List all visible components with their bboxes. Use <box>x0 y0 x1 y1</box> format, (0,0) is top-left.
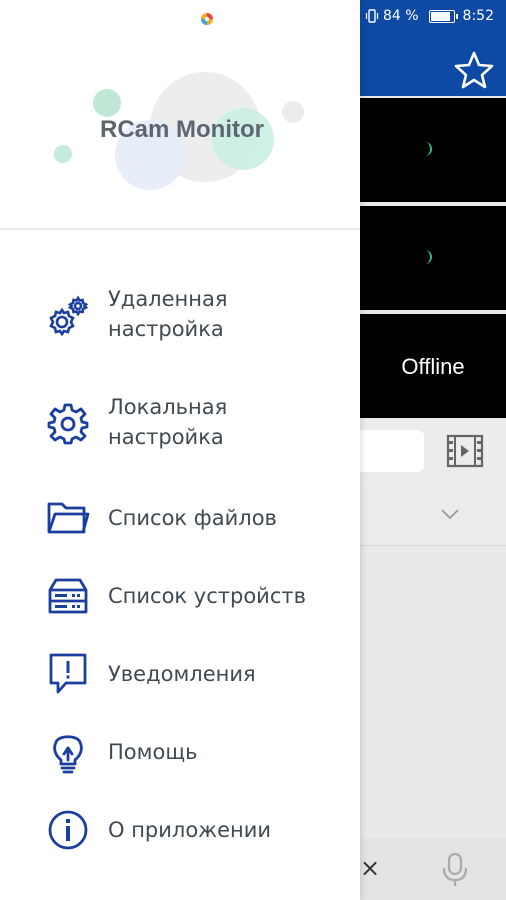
menu-item-notifications[interactable]: Уведомления <box>0 648 360 700</box>
chevron-down-icon <box>441 509 459 520</box>
app-title: RCam Monitor <box>100 116 264 143</box>
menu-label: Удаленная настройка <box>108 284 228 344</box>
search-strip <box>360 420 506 482</box>
dropdown-row[interactable] <box>360 484 506 546</box>
menu-label: О приложении <box>108 818 272 842</box>
folder-icon <box>47 502 90 534</box>
remote-settings-gears-icon <box>49 295 89 337</box>
menu-item-device-list[interactable]: Список устройств <box>0 570 360 622</box>
video-playback-icon[interactable] <box>446 434 484 468</box>
gear-icon <box>47 403 89 445</box>
menu-item-remote-settings[interactable]: Удаленная настройка <box>0 284 360 360</box>
loading-spinner <box>424 250 432 264</box>
camera-view-3[interactable]: Offline <box>360 314 506 418</box>
camera-view-2[interactable] <box>360 206 506 310</box>
menu-label: Помощь <box>108 740 198 764</box>
menu-item-about[interactable]: О приложении <box>0 804 360 856</box>
info-icon <box>48 810 88 850</box>
menu-item-file-list[interactable]: Список файлов <box>0 492 360 544</box>
menu-label: Уведомления <box>108 662 256 686</box>
menu-label: Локальная настройка <box>108 392 227 452</box>
vibrate-icon <box>365 9 379 23</box>
app-notification-icon <box>201 13 213 25</box>
decor-bubble <box>54 145 72 163</box>
offline-label: Offline <box>401 354 465 379</box>
drawer-header: RCam Monitor <box>0 0 360 230</box>
menu-label-line2: настройка <box>108 425 224 449</box>
menu-item-help[interactable]: Помощь <box>0 726 360 778</box>
server-icon <box>48 578 88 614</box>
loading-spinner <box>424 142 432 156</box>
menu-label-line1: Удаленная <box>108 287 228 311</box>
lightbulb-icon <box>53 735 83 774</box>
alert-message-icon <box>49 653 87 694</box>
search-input[interactable] <box>360 430 424 472</box>
microphone-icon[interactable] <box>440 852 470 888</box>
menu-label: Список файлов <box>108 506 277 530</box>
battery-percent: 84 % <box>382 8 419 24</box>
bottom-bar: × <box>360 838 506 900</box>
camera-view-1[interactable] <box>360 98 506 202</box>
clock: 8:52 <box>462 8 494 24</box>
favorite-star-icon[interactable] <box>454 50 494 90</box>
menu-label-line1: Локальная <box>108 395 228 419</box>
navigation-drawer: RCam Monitor Удаленная настройка Локальн… <box>0 0 360 900</box>
status-indicators: 84 % 8:52 <box>365 8 494 24</box>
close-icon[interactable]: × <box>360 854 380 882</box>
menu-label-line2: настройка <box>108 317 224 341</box>
menu-item-local-settings[interactable]: Локальная настройка <box>0 392 360 468</box>
decor-bubble <box>93 89 121 117</box>
battery-icon <box>428 9 458 23</box>
menu-label: Список устройств <box>108 584 306 608</box>
